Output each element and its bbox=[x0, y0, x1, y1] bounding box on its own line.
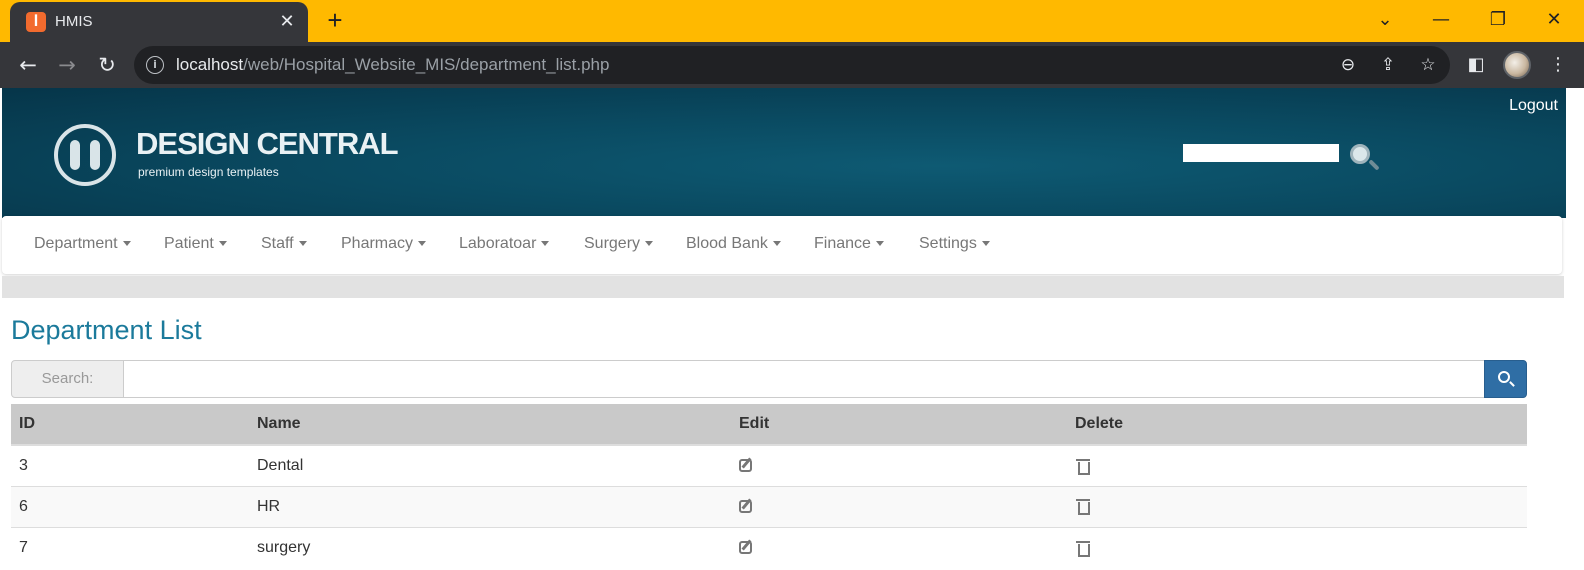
logo-title: DESIGN CENTRAL bbox=[136, 126, 399, 161]
table-search-input[interactable] bbox=[123, 360, 1485, 398]
search-icon bbox=[1498, 371, 1510, 383]
cell-name: surgery bbox=[249, 526, 731, 568]
site-header: DESIGN CENTRAL premium design templates … bbox=[2, 88, 1566, 218]
more-vert-icon[interactable]: ⋮ bbox=[1545, 52, 1571, 78]
nav-item-blood-bank[interactable]: Blood Bank bbox=[686, 235, 781, 253]
header-search-icon[interactable] bbox=[1350, 144, 1370, 164]
xampp-favicon-icon: ꟾ bbox=[26, 12, 46, 32]
minimize-button[interactable]: — bbox=[1426, 6, 1456, 34]
table-row: 6 HR bbox=[11, 485, 1527, 527]
site-info-icon[interactable]: i bbox=[146, 56, 164, 74]
bookmark-star-icon[interactable]: ☆ bbox=[1417, 54, 1439, 76]
nav-item-settings[interactable]: Settings bbox=[919, 235, 990, 253]
cell-name: Dental bbox=[249, 444, 731, 486]
table-header-row: ID Name Edit Delete bbox=[11, 404, 1527, 446]
table-search-group: Search: bbox=[11, 360, 1527, 398]
edit-icon[interactable] bbox=[739, 541, 752, 555]
tab-close-icon[interactable]: ✕ bbox=[276, 10, 298, 32]
column-header-delete[interactable]: Delete bbox=[1067, 404, 1527, 446]
trash-icon[interactable] bbox=[1075, 540, 1091, 557]
logo-subtitle: premium design templates bbox=[138, 165, 279, 179]
main-navbar: Department Patient Staff Pharmacy Labora… bbox=[2, 216, 1562, 274]
table-row: 3 Dental bbox=[11, 444, 1527, 486]
edit-icon[interactable] bbox=[739, 459, 752, 473]
close-window-button[interactable]: ✕ bbox=[1539, 6, 1569, 34]
logo-icon bbox=[54, 124, 116, 186]
navbar-divider bbox=[2, 276, 1564, 298]
forward-arrow-icon[interactable]: → bbox=[53, 51, 81, 79]
cell-id: 7 bbox=[11, 526, 249, 568]
new-tab-button[interactable]: + bbox=[322, 6, 348, 34]
tab-search-dropdown-icon[interactable]: ⌄ bbox=[1370, 6, 1400, 34]
nav-item-staff[interactable]: Staff bbox=[261, 235, 307, 253]
tab-title: HMIS bbox=[55, 13, 93, 30]
header-search-input[interactable] bbox=[1183, 144, 1339, 162]
nav-item-patient[interactable]: Patient bbox=[164, 235, 227, 253]
zoom-out-icon[interactable]: ⊖ bbox=[1337, 54, 1359, 76]
nav-item-laboratoar[interactable]: Laboratoar bbox=[459, 235, 550, 253]
side-panel-icon[interactable]: ◧ bbox=[1463, 52, 1489, 78]
page-title: Department List bbox=[11, 315, 202, 345]
url-text[interactable]: localhost/web/Hospital_Website_MIS/depar… bbox=[176, 55, 609, 75]
nav-item-surgery[interactable]: Surgery bbox=[584, 235, 654, 253]
nav-item-department[interactable]: Department bbox=[34, 235, 131, 253]
trash-icon[interactable] bbox=[1075, 498, 1091, 516]
department-table: ID Name Edit Delete 3 Dental 6 HR 7 surg… bbox=[11, 404, 1527, 568]
browser-toolbar: ← → ↻ i localhost/web/Hospital_Website_M… bbox=[0, 42, 1584, 88]
table-row: 7 surgery bbox=[11, 526, 1527, 568]
cell-id: 6 bbox=[11, 485, 249, 527]
edit-icon[interactable] bbox=[739, 499, 752, 513]
restore-button[interactable]: ❐ bbox=[1483, 6, 1513, 34]
browser-tab[interactable]: ꟾ HMIS ✕ bbox=[10, 2, 308, 42]
profile-avatar[interactable] bbox=[1503, 51, 1531, 79]
cell-id: 3 bbox=[11, 444, 249, 486]
column-header-id[interactable]: ID bbox=[11, 404, 249, 446]
address-bar[interactable]: i localhost/web/Hospital_Website_MIS/dep… bbox=[134, 46, 1450, 84]
back-arrow-icon[interactable]: ← bbox=[14, 51, 42, 79]
share-icon[interactable]: ⇪ bbox=[1377, 54, 1399, 76]
search-label: Search: bbox=[11, 360, 124, 398]
browser-tab-strip: ꟾ HMIS ✕ + ⌄ — ❐ ✕ bbox=[0, 0, 1584, 42]
search-button[interactable] bbox=[1484, 360, 1527, 398]
column-header-name[interactable]: Name bbox=[249, 404, 731, 446]
cell-name: HR bbox=[249, 485, 731, 527]
reload-icon[interactable]: ↻ bbox=[93, 51, 121, 79]
column-header-edit[interactable]: Edit bbox=[731, 404, 1067, 446]
logout-link[interactable]: Logout bbox=[1509, 97, 1558, 115]
nav-item-pharmacy[interactable]: Pharmacy bbox=[341, 235, 427, 253]
trash-icon[interactable] bbox=[1075, 458, 1091, 475]
nav-item-finance[interactable]: Finance bbox=[814, 235, 884, 253]
